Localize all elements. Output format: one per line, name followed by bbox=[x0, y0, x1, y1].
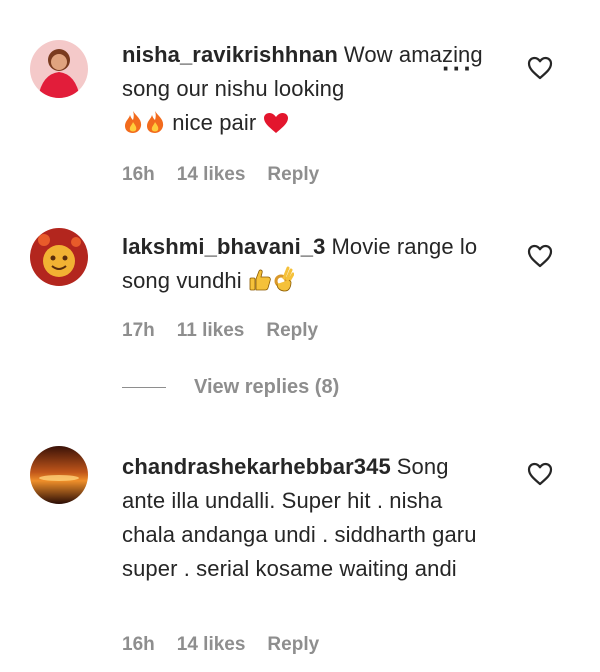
heart-outline-icon[interactable] bbox=[527, 462, 553, 486]
fire-emoji bbox=[144, 110, 166, 144]
comment-username[interactable]: nisha_ravikrishhnan bbox=[122, 42, 338, 67]
comment-username[interactable]: lakshmi_bhavani_3 bbox=[122, 234, 325, 259]
comment-time[interactable]: 16h bbox=[122, 634, 155, 656]
reply-button[interactable]: Reply bbox=[267, 164, 319, 186]
fire-emoji bbox=[122, 110, 144, 144]
comment-time[interactable]: 17h bbox=[122, 320, 155, 342]
view-replies-line bbox=[122, 387, 166, 388]
thumbs-up-emoji bbox=[248, 268, 272, 302]
reply-button[interactable]: Reply bbox=[267, 634, 319, 656]
more-options-icon[interactable]: ··· bbox=[442, 55, 474, 81]
red-heart-emoji bbox=[263, 110, 289, 144]
comment-body: lakshmi_bhavani_3 Movie range lo song vun… bbox=[122, 230, 492, 302]
comment-likes[interactable]: 14 likes bbox=[177, 164, 246, 186]
comment-meta: 16h 14 likes Reply bbox=[122, 164, 319, 186]
comment-likes[interactable]: 11 likes bbox=[177, 320, 245, 342]
heart-outline-icon[interactable] bbox=[527, 56, 553, 80]
avatar[interactable] bbox=[30, 40, 88, 98]
ok-hand-emoji bbox=[272, 266, 295, 302]
view-replies-label: View replies (8) bbox=[194, 376, 340, 398]
avatar[interactable] bbox=[30, 446, 88, 504]
comment-text-continued: nice pair bbox=[172, 110, 257, 135]
comment-likes[interactable]: 14 likes bbox=[177, 634, 246, 656]
reply-button[interactable]: Reply bbox=[266, 320, 318, 342]
heart-outline-icon[interactable] bbox=[527, 244, 553, 268]
comment-username[interactable]: chandrashekarhebbar345 bbox=[122, 454, 391, 479]
comment-time[interactable]: 16h bbox=[122, 164, 155, 186]
comment-meta: 16h 14 likes Reply bbox=[122, 634, 319, 656]
avatar[interactable] bbox=[30, 228, 88, 286]
comment-meta: 17h 11 likes Reply bbox=[122, 320, 318, 342]
view-replies-button[interactable]: View replies (8) bbox=[122, 376, 339, 399]
comment-body: chandrashekarhebbar345 Song ante illa und… bbox=[122, 450, 492, 586]
